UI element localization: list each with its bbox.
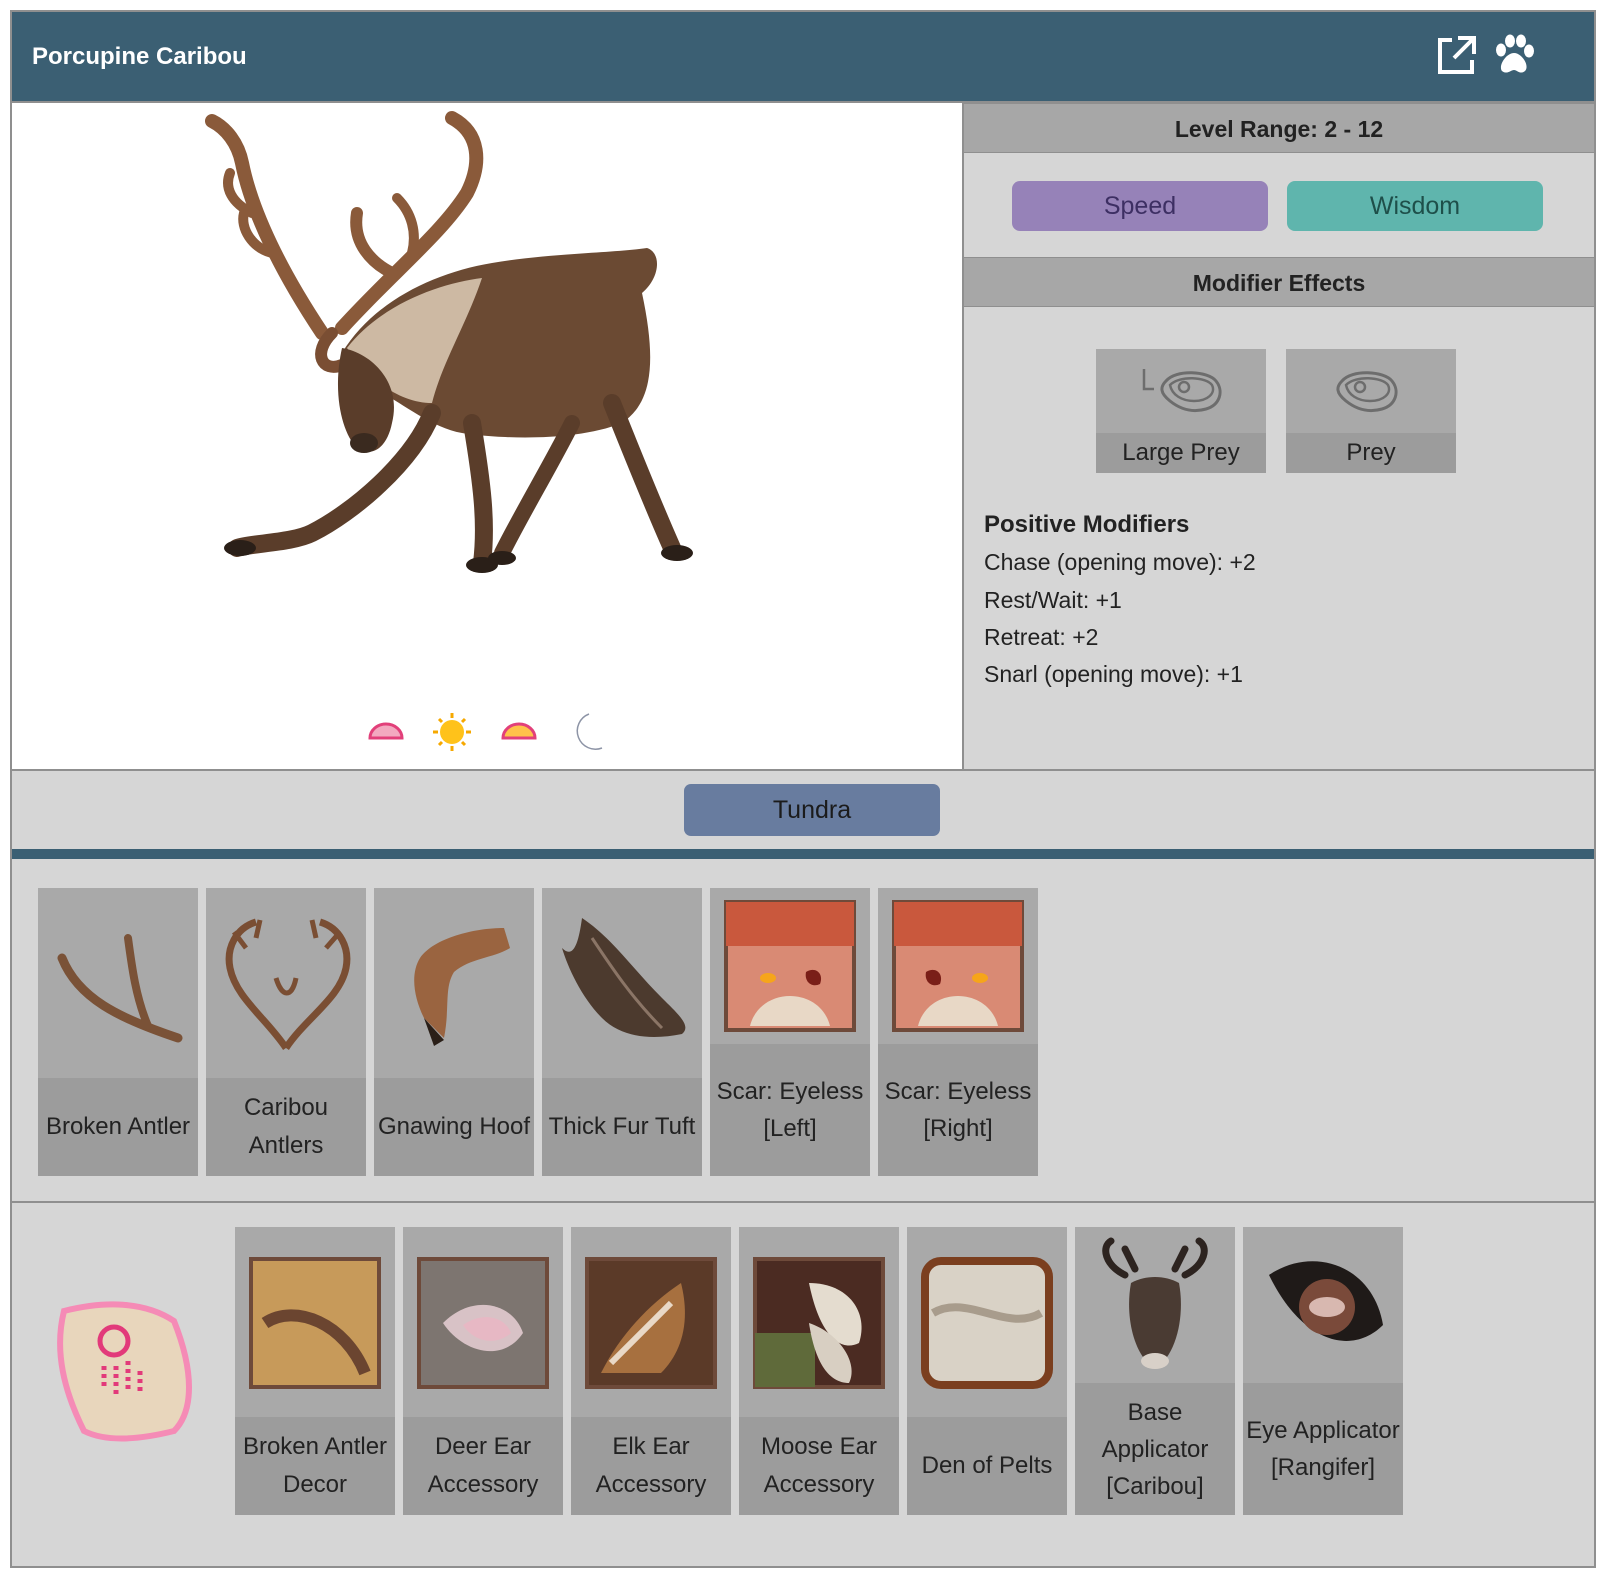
moose-ear-icon bbox=[753, 1257, 885, 1389]
dusk-icon bbox=[501, 722, 537, 740]
item-caribou-antlers[interactable]: Caribou Antlers bbox=[206, 888, 366, 1176]
creature-image-panel bbox=[12, 103, 964, 769]
item-label: Deer Ear Accessory bbox=[403, 1417, 563, 1515]
reward-elk-ear-accessory[interactable]: Elk Ear Accessory bbox=[571, 1227, 731, 1515]
caribou-head-icon bbox=[1102, 1237, 1208, 1369]
reward-broken-antler-decor[interactable]: Broken Antler Decor bbox=[235, 1227, 395, 1515]
item-label: Base Applicator [Caribou] bbox=[1075, 1383, 1235, 1515]
reward-moose-ear-accessory[interactable]: Moose Ear Accessory bbox=[739, 1227, 899, 1515]
creature-card: Porcupine Caribou Level Range: 2 - 12 Sp… bbox=[10, 10, 1596, 1568]
modifier-effects-heading: Modifier Effects bbox=[964, 257, 1594, 307]
hoof-icon bbox=[414, 928, 510, 1046]
item-label: Broken Antler bbox=[38, 1078, 198, 1176]
level-range: Level Range: 2 - 12 bbox=[964, 103, 1594, 153]
reward-base-applicator-caribou[interactable]: Base Applicator [Caribou] bbox=[1075, 1227, 1235, 1515]
eye-icon bbox=[1269, 1261, 1383, 1341]
modifier-item: Retreat: +2 bbox=[984, 624, 1099, 650]
tag-label: Large Prey bbox=[1096, 433, 1266, 473]
positive-modifiers-heading: Positive Modifiers bbox=[984, 511, 1190, 538]
broken-antler-icon bbox=[57, 934, 183, 1043]
drop-items: Broken Antler Caribou Antlers Gnawing Ho… bbox=[12, 859, 1594, 1203]
biome-tundra[interactable]: Tundra bbox=[684, 784, 940, 836]
info-panel: Level Range: 2 - 12 Speed Wisdom Modifie… bbox=[964, 103, 1594, 769]
day-icon bbox=[433, 713, 471, 751]
item-thick-fur-tuft[interactable]: Thick Fur Tuft bbox=[542, 888, 702, 1176]
night-icon bbox=[576, 713, 603, 750]
deer-ear-icon bbox=[417, 1257, 549, 1389]
fur-tuft-icon bbox=[562, 918, 686, 1037]
item-label: Scar: Eyeless [Right] bbox=[878, 1044, 1038, 1176]
modifier-item: Snarl (opening move): +1 bbox=[984, 661, 1243, 687]
elk-ear-icon bbox=[585, 1257, 717, 1389]
caribou-illustration bbox=[205, 111, 693, 573]
item-scar-eyeless-left[interactable]: Scar: Eyeless [Left] bbox=[710, 888, 870, 1176]
stat-wisdom: Wisdom bbox=[1287, 181, 1543, 231]
biome-row: Tundra bbox=[12, 769, 1594, 849]
title-bar: Porcupine Caribou bbox=[12, 12, 1594, 103]
reward-eye-applicator-rangifer[interactable]: Eye Applicator [Rangifer] bbox=[1243, 1227, 1403, 1515]
reward-den-of-pelts[interactable]: Den of Pelts bbox=[907, 1227, 1067, 1515]
scar-right-icon bbox=[892, 900, 1024, 1032]
reward-deer-ear-accessory[interactable]: Deer Ear Accessory bbox=[403, 1227, 563, 1515]
modifier-item: Chase (opening move): +2 bbox=[984, 549, 1256, 575]
item-label: Eye Applicator [Rangifer] bbox=[1243, 1383, 1403, 1515]
section-divider bbox=[12, 849, 1594, 859]
caribou-antlers-icon bbox=[225, 918, 351, 1050]
antler-decor-icon bbox=[249, 1257, 381, 1389]
scar-left-icon bbox=[724, 900, 856, 1032]
item-gnawing-hoof[interactable]: Gnawing Hoof bbox=[374, 888, 534, 1176]
item-label: Thick Fur Tuft bbox=[542, 1078, 702, 1176]
item-label: Gnawing Hoof bbox=[374, 1078, 534, 1176]
item-label: Broken Antler Decor bbox=[235, 1417, 395, 1515]
item-label: Scar: Eyeless [Left] bbox=[710, 1044, 870, 1176]
stat-speed: Speed bbox=[1012, 181, 1268, 231]
item-broken-antler[interactable]: Broken Antler bbox=[38, 888, 198, 1176]
item-label: Elk Ear Accessory bbox=[571, 1417, 731, 1515]
large-prey-icon bbox=[1142, 369, 1222, 413]
dawn-icon bbox=[368, 722, 404, 740]
tag-prey: Prey bbox=[1286, 349, 1456, 473]
creature-name: Porcupine Caribou bbox=[32, 43, 247, 70]
item-label: Caribou Antlers bbox=[206, 1078, 366, 1176]
item-label: Den of Pelts bbox=[907, 1417, 1067, 1515]
tag-large-prey: Large Prey bbox=[1096, 349, 1266, 473]
paw-icon[interactable] bbox=[1492, 34, 1536, 78]
external-link-icon[interactable] bbox=[1434, 34, 1478, 78]
pelts-icon bbox=[921, 1257, 1053, 1389]
reward-items: Broken Antler Decor Deer Ear Accessory E… bbox=[12, 1203, 1594, 1566]
tag-label: Prey bbox=[1286, 433, 1456, 473]
scroll-icon[interactable] bbox=[44, 1291, 204, 1451]
item-scar-eyeless-right[interactable]: Scar: Eyeless [Right] bbox=[878, 888, 1038, 1176]
item-label: Moose Ear Accessory bbox=[739, 1417, 899, 1515]
prey-icon bbox=[1336, 371, 1398, 413]
time-of-day-bar bbox=[364, 708, 624, 758]
modifier-item: Rest/Wait: +1 bbox=[984, 587, 1122, 613]
